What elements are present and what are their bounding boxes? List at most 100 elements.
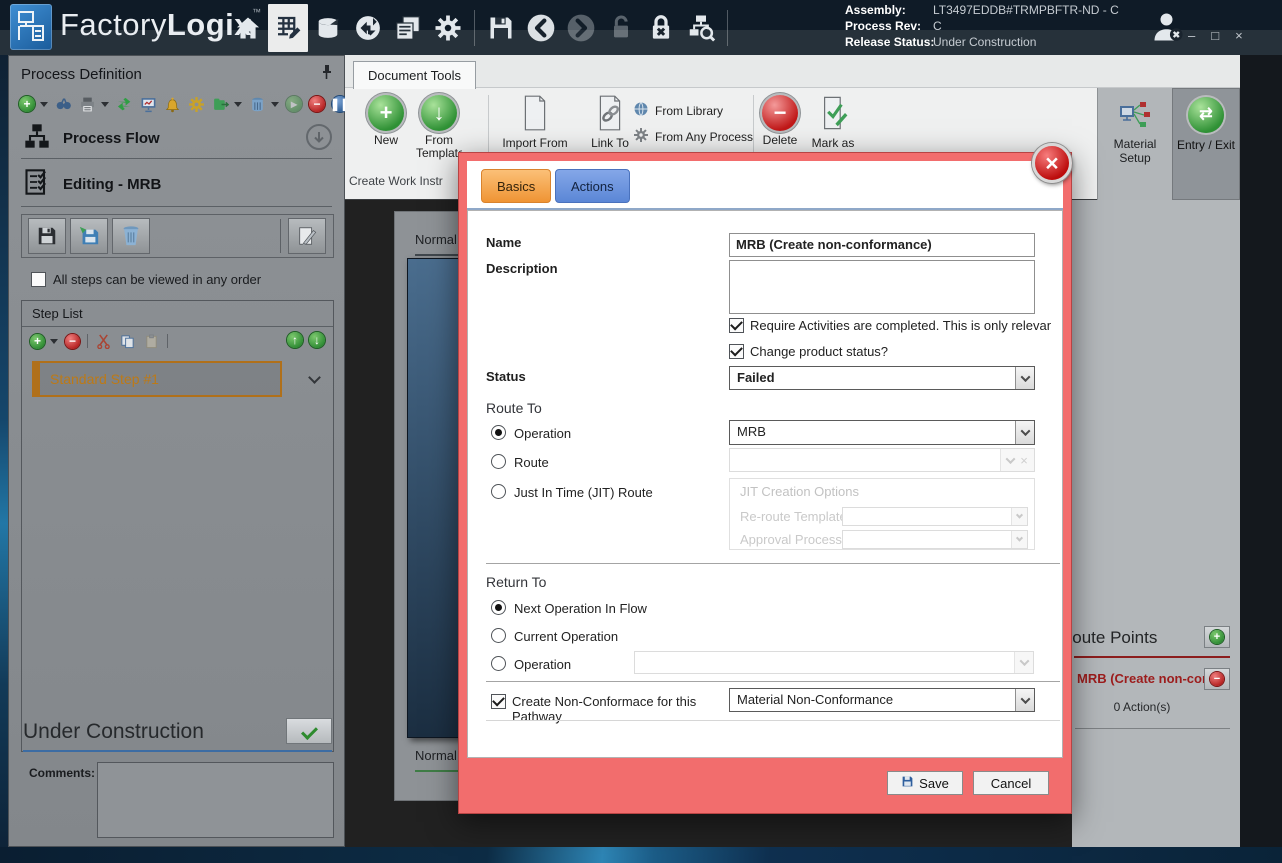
link-to-label: Link To — [591, 137, 629, 150]
require-activities-row[interactable]: Require Activities are completed. This i… — [729, 318, 1051, 333]
status-dropdown[interactable]: Failed — [729, 366, 1035, 390]
save-as-button[interactable] — [70, 218, 108, 254]
tab-basics[interactable]: Basics — [481, 169, 552, 203]
settings-gear-icon[interactable] — [428, 4, 468, 52]
material-setup-button[interactable]: Material Setup — [1102, 92, 1168, 196]
dropdown-arrow-icon[interactable] — [1015, 367, 1034, 389]
comments-textarea[interactable] — [97, 762, 334, 838]
forward-icon[interactable] — [561, 4, 601, 52]
process-flow-row[interactable]: Process Flow — [23, 122, 160, 155]
require-activities-checkbox[interactable] — [729, 318, 744, 333]
step-label: Standard Step #1 — [50, 371, 159, 387]
user-logout-icon[interactable] — [1150, 9, 1186, 50]
copy-icon[interactable] — [119, 333, 136, 350]
route-operation-radio[interactable] — [491, 425, 506, 440]
add-route-point-button[interactable]: + — [1204, 626, 1230, 648]
find-icon[interactable] — [55, 96, 72, 113]
add-dropdown-icon[interactable] — [40, 101, 48, 107]
maximize-button[interactable]: □ — [1211, 28, 1219, 43]
process-search-icon[interactable] — [681, 4, 721, 52]
new-document-button[interactable]: + New — [363, 95, 409, 147]
description-textarea[interactable] — [729, 260, 1035, 314]
print-icon[interactable] — [79, 96, 96, 113]
home-icon[interactable] — [228, 4, 268, 52]
export-dropdown-icon[interactable] — [234, 101, 242, 107]
lock-close-icon[interactable] — [641, 4, 681, 52]
unlock-icon[interactable] — [601, 4, 641, 52]
back-icon[interactable] — [521, 4, 561, 52]
route-jit-radio[interactable] — [491, 484, 506, 499]
start-icon[interactable]: ▸ — [286, 96, 302, 112]
minimize-button[interactable]: – — [1188, 28, 1195, 43]
return-current-op-radio[interactable] — [491, 628, 506, 643]
change-status-row[interactable]: Change product status? — [729, 344, 1051, 359]
route-point-item[interactable]: MRB (Create non-conf... — [1077, 671, 1205, 686]
remove-step-icon[interactable]: − — [65, 333, 80, 349]
approve-check-button[interactable] — [286, 718, 332, 744]
step-expand-chevron-icon[interactable] — [308, 371, 321, 384]
sync-icon[interactable] — [116, 96, 133, 113]
transfer-icon[interactable] — [348, 4, 388, 52]
all-steps-row[interactable]: All steps can be viewed in any order — [31, 272, 261, 287]
process-designer-icon[interactable] — [268, 3, 308, 52]
move-up-icon[interactable]: ↑ — [287, 332, 303, 348]
step-list-item[interactable]: Standard Step #1 — [32, 361, 282, 397]
nc-type-dropdown[interactable]: Material Non-Conformance — [729, 688, 1035, 712]
save-button[interactable]: Save — [887, 771, 963, 795]
dropdown-arrow-icon[interactable] — [1015, 689, 1034, 711]
import-from-button[interactable]: Import From — [497, 95, 573, 150]
dialog-close-icon[interactable]: × — [1032, 143, 1072, 183]
cancel-label: Cancel — [990, 775, 1032, 791]
delete-document-button[interactable]: − Delete — [757, 95, 803, 147]
export-package-icon[interactable] — [212, 96, 229, 113]
window-controls: – □ × — [1188, 28, 1243, 43]
create-nc-checkbox[interactable] — [491, 694, 506, 709]
all-steps-checkbox[interactable] — [31, 272, 46, 287]
documents-icon[interactable] — [388, 4, 428, 52]
tab-actions[interactable]: Actions — [555, 169, 630, 203]
close-button[interactable]: × — [1235, 28, 1243, 43]
from-any-process-button[interactable]: From Any Process — [633, 127, 753, 146]
edit-step-button[interactable] — [288, 218, 326, 254]
remove-route-point-button[interactable]: − — [1204, 668, 1230, 690]
delete-step-button[interactable] — [112, 218, 150, 254]
paste-icon[interactable] — [143, 333, 160, 350]
ribbon-tab-strip — [345, 55, 1240, 88]
change-status-checkbox[interactable] — [729, 344, 744, 359]
alarm-bell-icon[interactable] — [164, 96, 181, 113]
save-icon[interactable] — [481, 4, 521, 52]
return-next-op-radio[interactable] — [491, 600, 506, 615]
data-trash-icon[interactable] — [249, 96, 266, 113]
data-dropdown-icon[interactable] — [271, 101, 279, 107]
description-label: Description — [486, 261, 558, 276]
add-step-icon[interactable]: + — [30, 333, 45, 349]
cut-icon[interactable] — [95, 333, 112, 350]
entry-exit-button[interactable]: ⇄ Entry / Exit — [1172, 88, 1240, 200]
import-document-icon — [520, 95, 550, 134]
move-down-icon[interactable]: ↓ — [309, 332, 325, 348]
save-step-button[interactable] — [28, 218, 66, 254]
add-icon[interactable]: + — [19, 96, 35, 112]
mark-as-button[interactable]: Mark as — [807, 95, 859, 150]
print-dropdown-icon[interactable] — [101, 101, 109, 107]
name-input[interactable]: MRB (Create non-conformance) — [729, 233, 1035, 257]
link-to-button[interactable]: Link To — [582, 95, 638, 150]
production-icon[interactable] — [308, 4, 348, 52]
from-library-button[interactable]: From Library — [633, 101, 723, 120]
flow-node-label-top[interactable]: Normal — [415, 232, 458, 256]
presentation-icon[interactable] — [140, 96, 157, 113]
add-step-dropdown-icon[interactable] — [50, 338, 58, 344]
gear-icon[interactable] — [188, 96, 205, 113]
stop-icon[interactable]: − — [309, 96, 325, 112]
cancel-button[interactable]: Cancel — [973, 771, 1049, 795]
flow-node-label-bottom[interactable]: Normal — [415, 748, 458, 772]
operation-dropdown[interactable]: MRB — [729, 420, 1035, 445]
dropdown-arrow-icon[interactable] — [1015, 421, 1034, 444]
window-left-edge — [0, 55, 8, 863]
status-value: Failed — [737, 370, 775, 385]
collapse-down-icon[interactable] — [306, 124, 332, 150]
pin-icon[interactable] — [316, 64, 332, 85]
return-operation-radio[interactable] — [491, 656, 506, 671]
route-route-radio[interactable] — [491, 454, 506, 469]
tab-document-tools[interactable]: Document Tools — [353, 61, 476, 89]
